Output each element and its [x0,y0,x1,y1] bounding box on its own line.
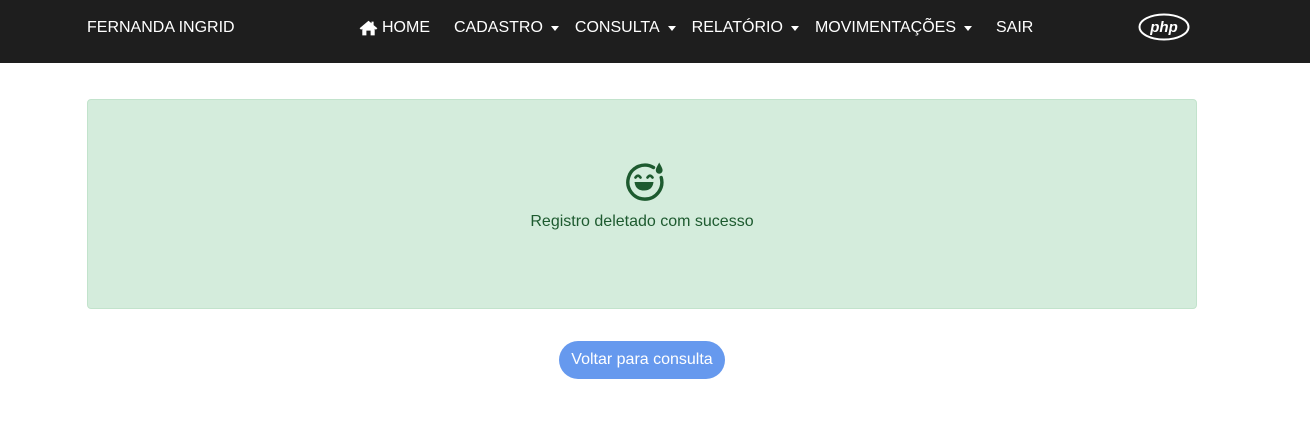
main-nav: HOME CADASTRO CONSULTA RELATÓRIO MOVIMEN… [359,18,1033,38]
caret-down-icon [667,25,676,31]
nav-relatorio-dropdown[interactable]: RELATÓRIO [692,18,799,38]
nav-consulta-dropdown[interactable]: CONSULTA [575,18,676,38]
php-logo-icon: php [1138,13,1190,41]
nav-home-label: HOME [382,19,430,36]
success-alert: Registro deletado com sucesso [87,99,1197,309]
grinning-sweat-icon [623,159,665,201]
alert-message: Registro deletado com sucesso [530,213,754,230]
nav-movimentacoes-dropdown[interactable]: MOVIMENTAÇÕES [815,18,972,38]
nav-sair[interactable]: SAIR [996,18,1033,38]
nav-cadastro-dropdown[interactable]: CADASTRO [454,18,559,38]
nav-consulta-label: CONSULTA [574,19,660,36]
nav-home[interactable]: HOME [359,18,430,38]
back-to-consulta-button[interactable]: Voltar para consulta [559,341,725,379]
nav-relatorio-label: RELATÓRIO [691,19,783,36]
brand-name[interactable]: FERNANDA INGRID [87,18,235,38]
svg-text:php: php [1149,19,1178,36]
caret-down-icon [550,25,559,31]
nav-movimentacoes-label: MOVIMENTAÇÕES [814,19,956,36]
caret-down-icon [790,25,799,31]
nav-sair-label: SAIR [995,19,1034,36]
home-icon [359,20,378,36]
nav-cadastro-label: CADASTRO [454,19,543,36]
caret-down-icon [963,25,972,31]
top-navbar: FERNANDA INGRID HOME CADASTRO CONSULTA R… [0,0,1310,63]
